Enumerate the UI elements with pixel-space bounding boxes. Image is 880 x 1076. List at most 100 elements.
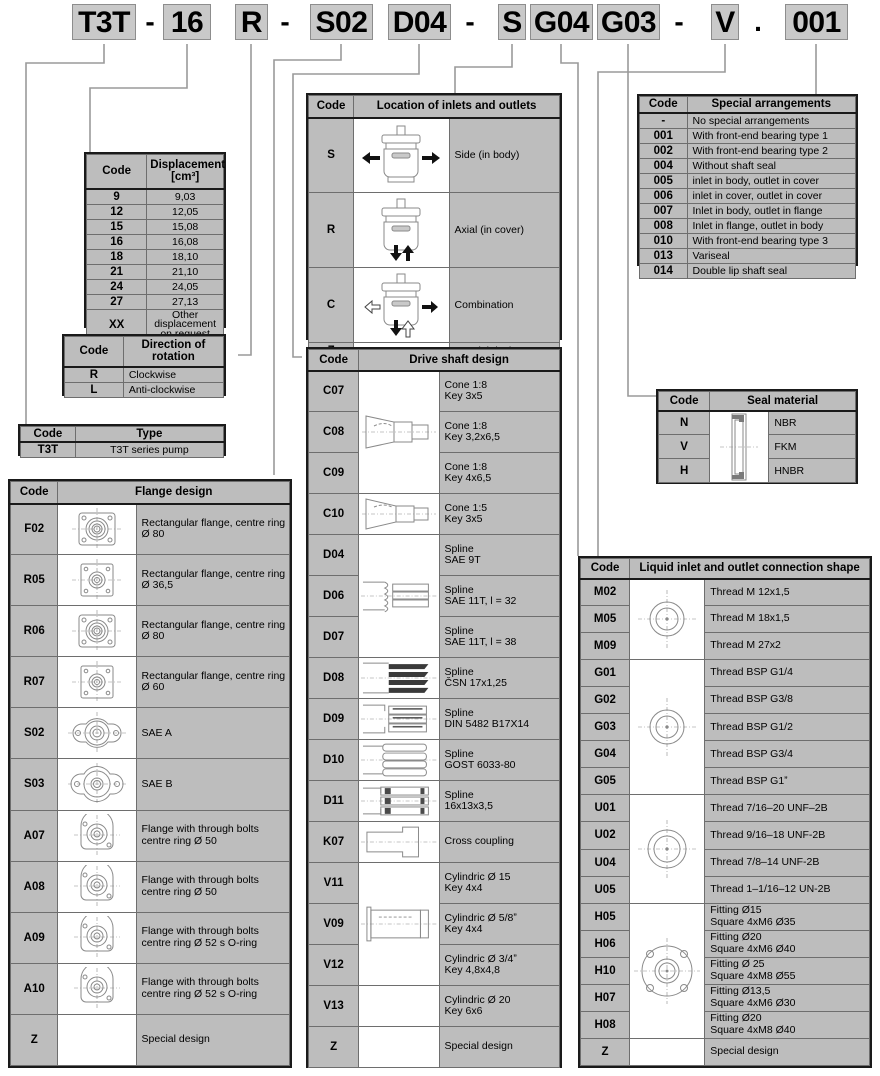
table-row: K07 Cross coupling [307,821,560,863]
connection-code: G04 [579,740,631,769]
fitting-square-icon [629,902,706,1039]
connection-value: Special design [704,1037,870,1067]
table-row: A08 Flange with through bolts centre rin… [9,860,291,913]
shaft-value-line2: GOST 6033-80 [444,759,516,771]
connection-code: U01 [579,794,631,823]
shaft-spline-csn-icon-wrap [359,658,438,698]
connection-value-line2: Square 4xM6 Ø30 [710,996,796,1009]
displacement-code: 15 [85,218,148,235]
code-segment-v[interactable]: V [711,4,739,40]
empty-illustration [358,1026,440,1068]
flange-throughbolt-icon [57,809,137,862]
table-row: 013 Variseal [639,247,857,264]
connection-value-line1: Thread M 18x1,5 [710,612,790,625]
flange-rect-4bolt-icon [57,605,137,658]
flange-value: Special design [135,1013,291,1067]
connection-value-line1: Thread BSP G1/4 [710,666,793,679]
displacement-value: 16,08 [146,233,224,250]
shaft-value: Spline DIN 5482 B17X14 [438,698,560,740]
connection-value-line1: Fitting Ø15 [710,904,762,917]
shaft-code: V13 [307,985,360,1027]
shaft-value-line2: SAE 11T, l = 38 [444,636,517,648]
table-row: S03 SAE B [9,758,291,811]
flange-value: Rectangular flange, centre ring Ø 80 [135,605,291,658]
location-value: Side (in body) [448,117,561,193]
shaft-value-line2: Key 3x5 [444,390,483,403]
shaft-code: D07 [307,616,360,658]
table-row: A10 Flange with through bolts centre rin… [9,962,291,1015]
flange-value: Flange with through bolts centre ring Ø … [135,860,291,913]
displacement-value: 18,10 [146,248,224,265]
code-segment-001[interactable]: 001 [785,4,848,40]
shaft-value: Cross coupling [438,821,560,863]
code-segment-r[interactable]: R [235,4,268,40]
connection-code: M02 [579,578,631,607]
flange-code: S03 [9,758,59,811]
table-row: G03 Thread BSP G1/2 [579,713,870,742]
shaft-cone-a-icon [358,370,440,494]
code-segment-s02[interactable]: S02 [310,4,373,40]
shaft-code: D11 [307,780,360,822]
displacement-code: 21 [85,263,148,280]
pump-side-ports-icon-wrap [354,119,448,193]
code-segment-s[interactable]: S [498,4,526,40]
displacement-value: 9,03 [146,188,224,205]
shaft-value-line2: SAE 9T [444,554,481,566]
table-row: G04 Thread BSP G3/4 [579,740,870,769]
connection-value-line2: Square 4xM8 Ø40 [710,1023,796,1036]
flange-throughbolt-icon [57,962,137,1015]
connection-value: Thread M 18x1,5 [704,605,870,634]
flange-throughbolt-icon [57,860,137,913]
shaft-value-line1: Spline [444,665,474,678]
seal-header-value: Seal material [709,391,856,412]
seal-table: Code Seal material N NBR V FKM H HNBR [656,389,858,484]
code-separator: - [280,6,290,37]
table-row: 27 27,13 [85,293,224,310]
connection-value-line2: Square 4xM6 Ø35 [710,915,796,928]
shaft-cone-b-icon [358,493,440,535]
shaft-value-line1: Cone 1:8 [444,378,488,391]
flange-value: Rectangular flange, centre ring Ø 80 [135,503,291,556]
thread-u-icon [629,794,706,904]
connection-value: Thread 7/8–14 UNF-2B [704,848,870,877]
seal-code: V [657,434,711,459]
location-value: Axial (in cover) [448,192,561,268]
special-code: 002 [639,142,688,159]
flange-code: F02 [9,503,59,556]
code-segment-16[interactable]: 16 [163,4,211,40]
table-row: 004 Without shaft seal [639,157,857,174]
thread-m-icon [629,578,706,661]
table-row: U02 Thread 9/16–18 UNF-2B [579,821,870,850]
shaft-value-line1: Spline [444,706,474,719]
type-value: T3T series pump [74,441,225,458]
code-segment-g03[interactable]: G03 [597,4,660,40]
special-value: Double lip shaft seal [686,262,857,279]
empty-illustration [629,1037,706,1067]
displacement-code: 27 [85,293,148,310]
table-row: A07 Flange with through bolts centre rin… [9,809,291,862]
wire-connection-g03 [597,44,629,556]
special-header-code: Code [639,96,688,114]
flange-value: Flange with through bolts centre ring Ø … [135,911,291,964]
flange-value: SAE B [135,758,291,811]
location-code: S [307,117,355,193]
pump-side-ports-icon [353,117,450,193]
code-segment-g04[interactable]: G04 [530,4,593,40]
connection-header-value: Liquid inlet and outlet connection shape [629,557,870,580]
special-table: Code Special arrangements - No special ar… [637,94,858,279]
shaft-code: C10 [307,493,360,535]
table-row: V11 Cylindric Ø 15 Key 4x4 [307,862,560,986]
table-row: G05 Thread BSP G1ˮ [579,767,870,796]
shaft-spline-din-icon-wrap [359,699,438,739]
connection-value-line1: Thread BSP G1/2 [710,720,793,733]
special-code: 006 [639,187,688,204]
displacement-code: 24 [85,278,148,295]
code-segment-d04[interactable]: D04 [388,4,451,40]
thread-m-icon-wrap [630,580,704,660]
table-row: N NBR [657,410,856,483]
code-segment-t3t[interactable]: T3T [72,4,136,40]
table-row: C Combination [307,267,561,343]
pump-combination-icon [353,267,450,343]
table-row: D10 Spline GOST 6033-80 [307,739,560,781]
flange-code: R05 [9,554,59,607]
